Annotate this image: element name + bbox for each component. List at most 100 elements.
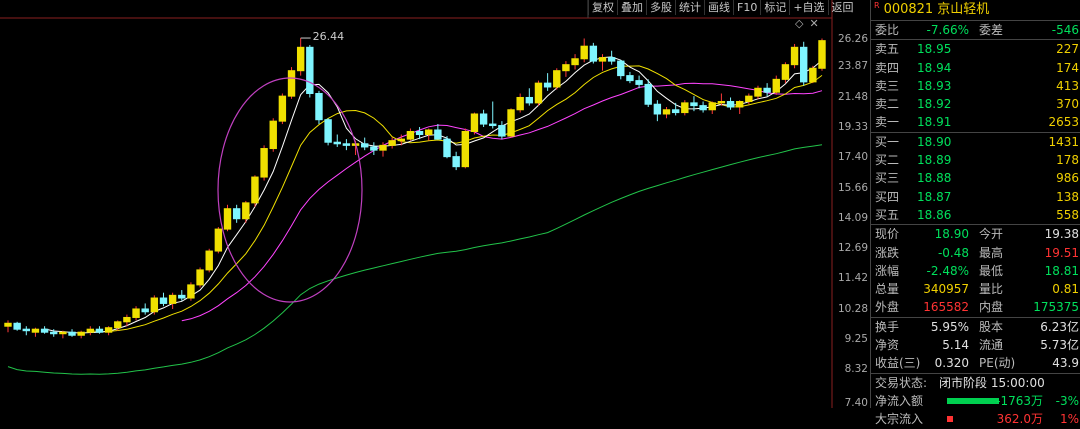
candle-body [251,176,259,204]
candle-body [489,123,497,127]
candle-body [31,328,40,333]
stock-name[interactable]: 京山轻机 [937,0,989,20]
candle-body [562,64,570,72]
candle-body [461,130,470,168]
fundamental-row[interactable]: 收益(三) 0.320 PE(动) 43.9 [871,354,1080,372]
candle-body [553,70,561,88]
sell-order-row[interactable]: 卖三 18.93 413 [871,77,1080,95]
kline-chart[interactable]: 复权 叠加 多股 统计 画线 F10 标记 +自选 返回 ◇ ✕ 26.26 23… [0,0,870,409]
stat-row[interactable]: 涨幅 -2.48% 最低 18.81 [871,262,1080,280]
stat-row[interactable]: 外盘 165582 内盘 175375 [871,298,1080,316]
candle-body [809,67,817,83]
sell-order-row[interactable]: 卖五 18.95 227 [871,40,1080,58]
buy-order-row[interactable]: 买五 18.86 558 [871,206,1080,224]
fuquan-button[interactable]: 复权 [588,0,617,15]
sell-order-row[interactable]: 卖一 18.91 2653 [871,113,1080,131]
weibi-label: 委比 [875,23,900,37]
candle-body [296,46,305,72]
diamond-icon[interactable]: ◇ [795,17,803,30]
order-volume: 413 [1056,78,1079,93]
candle-body [104,327,113,333]
buy-order-row[interactable]: 买一 18.90 1431 [871,133,1080,151]
candle-body [671,109,680,114]
candle-body [114,321,122,329]
fundamental-row[interactable]: 换手 5.95% 股本 6.23亿 [871,318,1080,336]
stat-label: 收益(三) [875,356,921,371]
candle-body [690,102,698,107]
order-price: 18.89 [917,153,952,168]
price-tick-label: 17.40 [837,151,868,164]
kline-svg[interactable] [0,0,870,408]
fundamental-row[interactable]: 净资 5.14 流通 5.73亿 [871,336,1080,354]
stat-value: 5.95% [930,319,969,334]
order-label: 买一 [875,134,900,149]
candle-body [800,46,808,83]
candle-body [635,80,643,85]
stock-code[interactable]: 000821 [884,0,934,20]
stat-label: 总量 [875,282,900,297]
candle-body [662,109,671,115]
candle-body [763,87,771,93]
candle-body [306,46,314,94]
add-watchlist-button[interactable]: +自选 [789,0,827,15]
order-volume: 1431 [1048,134,1079,149]
candle-body [132,308,140,318]
buy-order-row[interactable]: 买四 18.87 138 [871,188,1080,206]
candle-body [278,95,287,122]
candle-body [269,120,277,150]
quote-stats: 现价 18.90 今开 19.38 涨跌 -0.48 最高 19.51 涨幅 -2.48% 最低 18… [871,224,1080,316]
candle-body [315,92,323,121]
candle-body [772,78,780,93]
candle-body [150,297,159,313]
order-price: 18.91 [917,115,952,130]
stat-value: 175375 [1033,300,1079,315]
netflow-bar [947,397,999,404]
netflow-pct: -3% [1055,393,1079,408]
candle-body [13,322,21,330]
buy-order-row[interactable]: 买三 18.88 986 [871,169,1080,187]
stat-value: 0.320 [934,356,969,371]
candle-body [40,328,49,333]
f10-button[interactable]: F10 [733,0,760,15]
trade-status-row: 交易状态: 闭市阶段 15:00:00 [871,372,1080,392]
stat-label: 涨跌 [875,245,900,260]
stats-button[interactable]: 统计 [675,0,704,15]
stat-row[interactable]: 总量 340957 量比 0.81 [871,280,1080,298]
candle-body [123,316,131,323]
order-volume: 178 [1056,153,1079,168]
candle-body [370,146,378,151]
candle-body [470,113,479,132]
candle-body [607,57,616,62]
candle-body [653,103,662,115]
stat-row[interactable]: 涨跌 -0.48 最高 19.51 [871,244,1080,262]
buy-order-row[interactable]: 买二 18.89 178 [871,151,1080,169]
candle-body [434,129,442,140]
order-volume: 370 [1056,97,1079,112]
mark-button[interactable]: 标记 [760,0,789,15]
stat-row[interactable]: 现价 18.90 今开 19.38 [871,225,1080,243]
close-icon[interactable]: ✕ [809,17,818,30]
candle-body [717,101,726,104]
candle-body [77,331,85,336]
sell-order-row[interactable]: 卖四 18.94 174 [871,59,1080,77]
stat-value: 340957 [923,282,969,297]
sell-order-row[interactable]: 卖二 18.92 370 [871,95,1080,113]
order-price: 18.93 [917,78,952,93]
bigflow-label: 大宗流入 [875,412,924,427]
order-label: 买四 [875,189,900,204]
candle-body [242,202,250,220]
candle-body [790,46,799,66]
order-label: 卖一 [875,115,900,130]
candle-body [818,40,826,69]
price-tick-label: 10.28 [837,302,868,315]
order-price: 18.94 [917,60,952,75]
candle-body [516,96,524,111]
candle-body [287,70,296,97]
draw-line-button[interactable]: 画线 [704,0,733,15]
candle-body [388,140,396,146]
stat-label: 最高 [979,245,1004,260]
order-volume: 174 [1056,60,1079,75]
multi-stock-button[interactable]: 多股 [646,0,675,15]
candle-body [781,64,790,80]
overlay-button[interactable]: 叠加 [617,0,646,15]
